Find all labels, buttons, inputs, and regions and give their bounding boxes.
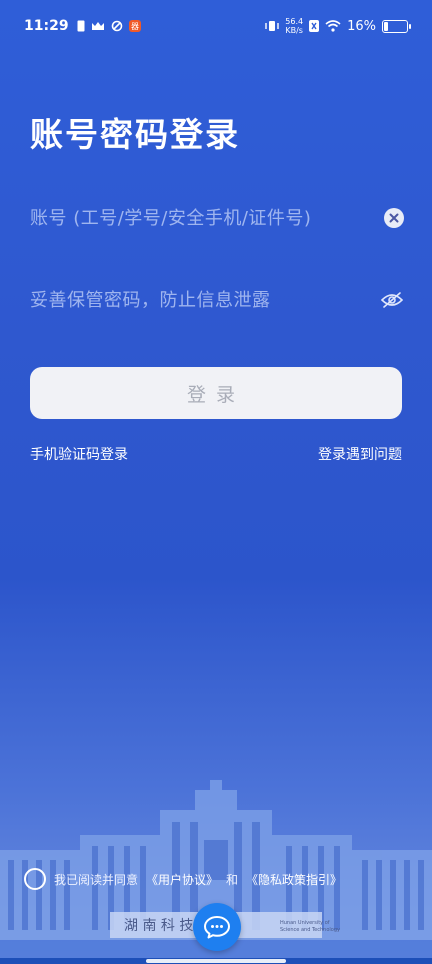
link-row: 手机验证码登录 登录遇到问题 <box>30 444 402 464</box>
app-icon: 器 <box>128 20 141 32</box>
crown-icon <box>91 22 104 30</box>
status-time: 11:29 <box>24 18 69 34</box>
password-input[interactable] <box>30 289 380 311</box>
login-problem-link[interactable]: 登录遇到问题 <box>318 444 402 464</box>
agreement-prefix: 我已阅读并同意 <box>54 872 139 887</box>
net-speed: 56.4 KB/s <box>285 17 303 35</box>
wifi-icon <box>325 20 341 32</box>
clear-icon[interactable] <box>384 208 404 228</box>
status-left: 11:29 器 <box>24 18 141 34</box>
agree-checkbox[interactable] <box>24 868 46 890</box>
campus-caption-line1: Hunan University of <box>280 920 330 926</box>
home-indicator[interactable] <box>146 959 286 963</box>
net-speed-value: 56.4 <box>285 17 304 26</box>
page-title: 账号密码登录 <box>30 115 240 154</box>
sms-login-link[interactable]: 手机验证码登录 <box>30 444 128 464</box>
status-bar: 11:29 器 56.4 KB/s 16% <box>0 0 432 52</box>
notification-icons: 器 <box>77 20 141 32</box>
agreement-and: 和 <box>226 872 239 887</box>
vibrate-icon <box>265 21 279 31</box>
sim-icon <box>77 20 85 32</box>
privacy-policy-link[interactable]: 《隐私政策指引》 <box>246 871 342 888</box>
bluetooth-block-icon <box>309 20 320 32</box>
user-agreement-link[interactable]: 《用户协议》 <box>146 871 218 888</box>
status-right: 56.4 KB/s 16% <box>265 17 411 35</box>
loop-icon <box>111 20 122 32</box>
net-speed-unit: KB/s <box>285 26 303 35</box>
agreement-row: 我已阅读并同意 《用户协议》和《隐私政策指引》 <box>24 868 342 890</box>
campus-caption-line2: Science and Technology <box>280 927 340 933</box>
login-button[interactable]: 登录 <box>30 367 402 419</box>
account-field-row <box>30 198 404 238</box>
password-field-row <box>30 280 404 320</box>
svg-text:器: 器 <box>131 22 139 31</box>
chat-icon <box>204 916 230 939</box>
battery-percent: 16% <box>347 18 376 34</box>
chat-button[interactable] <box>193 903 241 951</box>
battery-icon <box>382 19 411 33</box>
account-input[interactable] <box>30 207 384 229</box>
eye-off-icon[interactable] <box>380 290 404 310</box>
